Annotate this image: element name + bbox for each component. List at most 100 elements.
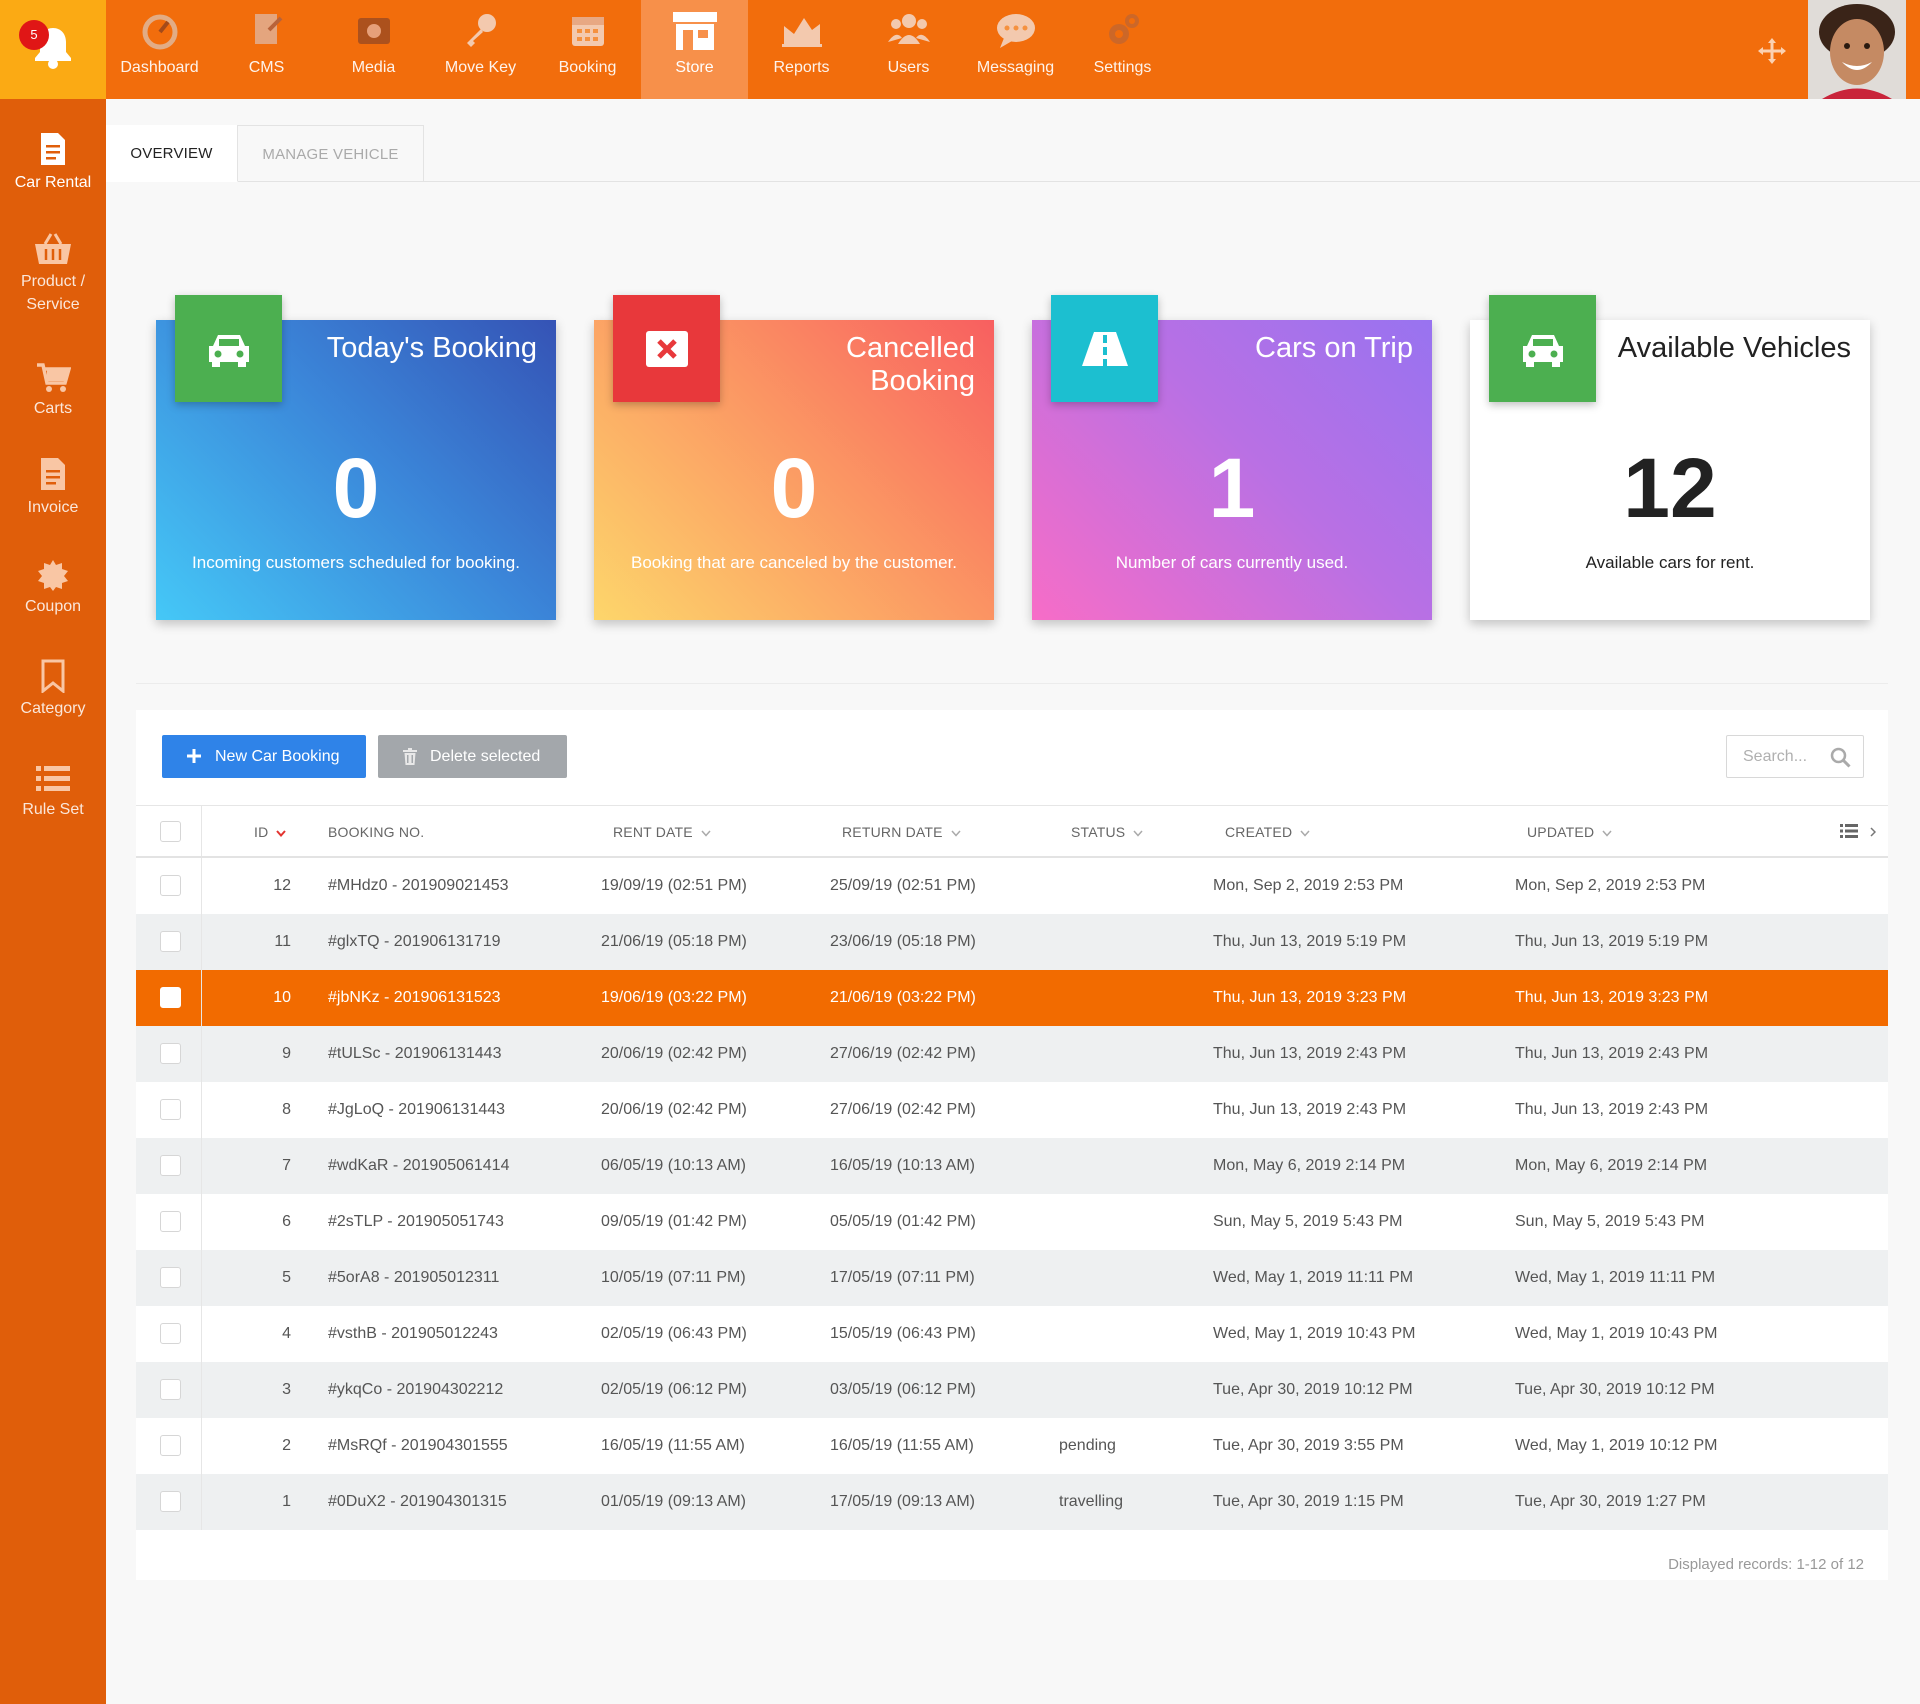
records-count: Displayed records: 1-12 of 12 — [1668, 1556, 1864, 1573]
cell-status: travelling — [1059, 1493, 1124, 1510]
sidebar-item-product-service[interactable]: Product / Service — [0, 232, 106, 316]
cell-created: Thu, Jun 13, 2019 3:23 PM — [1213, 989, 1407, 1006]
cell-booking-no: #tULSc - 201906131443 — [328, 1045, 502, 1062]
row-checkbox[interactable] — [160, 1267, 181, 1288]
sidebar-item-car-rental[interactable]: Car Rental — [0, 131, 106, 194]
cell-rent-date: 01/05/19 (09:13 AM) — [601, 1493, 746, 1510]
cell-booking-no: #MHdz0 - 201909021453 — [328, 877, 509, 894]
column-header-updated[interactable]: UPDATED — [1527, 824, 1612, 840]
table-row[interactable]: 4 #vsthB - 201905012243 02/05/19 (06:43 PM… — [136, 1306, 1888, 1362]
table-row[interactable]: 5 #5orA8 - 201905012311 10/05/19 (07:11 PM… — [136, 1250, 1888, 1306]
nav-reports[interactable]: Reports — [748, 0, 855, 99]
search-input[interactable]: Search... — [1726, 735, 1864, 778]
table-row[interactable]: 9 #tULSc - 201906131443 20/06/19 (02:42 PM… — [136, 1026, 1888, 1082]
cell-updated: Wed, May 1, 2019 11:11 PM — [1515, 1269, 1716, 1286]
select-all-checkbox[interactable] — [160, 821, 181, 842]
nav-booking[interactable]: Booking — [534, 0, 641, 99]
row-checkbox[interactable] — [160, 1155, 181, 1176]
column-header-status[interactable]: STATUS — [1071, 824, 1143, 840]
tab-manage-vehicle[interactable]: MANAGE VEHICLE — [238, 125, 424, 182]
cell-return-date: 03/05/19 (06:12 PM) — [830, 1381, 976, 1398]
cell-return-date: 25/09/19 (02:51 PM) — [830, 877, 976, 894]
document-icon — [41, 133, 65, 165]
table-row[interactable]: 2 #MsRQf - 201904301555 16/05/19 (11:55 AM… — [136, 1418, 1888, 1474]
column-menu-icon[interactable] — [1840, 824, 1858, 838]
move-icon[interactable] — [1756, 36, 1788, 66]
search-placeholder: Search... — [1743, 748, 1808, 765]
table-row[interactable]: 3 #ykqCo - 201904302212 02/05/19 (06:12 PM… — [136, 1362, 1888, 1418]
nav-move-key[interactable]: Move Key — [427, 0, 534, 99]
notifications-button[interactable]: 5 — [0, 0, 106, 99]
table-header: ID BOOKING NO. RENT DATE RETURN DATE STA… — [136, 805, 1888, 858]
bookmark-icon — [41, 659, 65, 693]
column-header-rent-date[interactable]: RENT DATE — [613, 824, 711, 840]
row-checkbox[interactable] — [160, 987, 181, 1008]
cell-return-date: 16/05/19 (11:55 AM) — [830, 1437, 974, 1454]
nav-settings[interactable]: Settings — [1069, 0, 1176, 99]
column-label: CREATED — [1225, 824, 1293, 840]
sidebar-item-label: Category — [20, 700, 86, 717]
cell-created: Thu, Jun 13, 2019 2:43 PM — [1213, 1101, 1407, 1118]
users-icon — [887, 14, 930, 44]
search-icon — [1830, 747, 1851, 768]
cell-return-date: 27/06/19 (02:42 PM) — [830, 1101, 976, 1118]
nav-messaging[interactable]: Messaging — [962, 0, 1069, 99]
cell-id: 2 — [282, 1437, 291, 1454]
user-avatar[interactable] — [1808, 0, 1906, 99]
column-header-return-date[interactable]: RETURN DATE — [842, 824, 961, 840]
sidebar: Car Rental Product / Service Carts Invoi… — [0, 99, 106, 1704]
cell-id: 9 — [282, 1045, 291, 1062]
tab-overview[interactable]: OVERVIEW — [106, 125, 238, 182]
table-row[interactable]: 11 #glxTQ - 201906131719 21/06/19 (05:18 P… — [136, 914, 1888, 970]
table-row[interactable]: 1 #0DuX2 - 201904301315 01/05/19 (09:13 AM… — [136, 1474, 1888, 1530]
sidebar-item-carts[interactable]: Carts — [0, 361, 106, 420]
nav-label: CMS — [248, 59, 285, 76]
stat-card-cancelled-booking: Cancelled Booking 0 Booking that are can… — [594, 295, 994, 620]
row-checkbox[interactable] — [160, 931, 181, 952]
row-checkbox[interactable] — [160, 1211, 181, 1232]
sidebar-item-invoice[interactable]: Invoice — [0, 456, 106, 519]
row-checkbox[interactable] — [160, 1379, 181, 1400]
chevron-right-icon[interactable] — [1870, 827, 1876, 837]
delete-selected-button[interactable]: Delete selected — [378, 735, 567, 778]
table-row[interactable]: 6 #2sTLP - 201905051743 09/05/19 (01:42 PM… — [136, 1194, 1888, 1250]
nav-store[interactable]: Store — [641, 0, 748, 99]
stat-title: Today's Booking — [326, 332, 537, 364]
cell-rent-date: 02/05/19 (06:12 PM) — [601, 1381, 747, 1398]
stat-description: Incoming customers scheduled for booking… — [192, 553, 520, 572]
column-header-id[interactable]: ID — [254, 824, 287, 840]
row-checkbox[interactable] — [160, 1491, 181, 1512]
cell-booking-no: #ykqCo - 201904302212 — [328, 1381, 504, 1398]
column-header-created[interactable]: CREATED — [1225, 824, 1310, 840]
row-checkbox[interactable] — [160, 875, 181, 896]
nav-label: Store — [675, 59, 714, 76]
nav-users[interactable]: Users — [855, 0, 962, 99]
new-car-booking-button[interactable]: New Car Booking — [162, 735, 366, 778]
row-checkbox[interactable] — [160, 1043, 181, 1064]
nav-dashboard[interactable]: Dashboard — [106, 0, 213, 99]
top-bar: 5 Dashboard CMS Media Move Key Booking S… — [0, 0, 1920, 99]
row-checkbox[interactable] — [160, 1099, 181, 1120]
chevron-down-icon — [951, 830, 961, 837]
column-label: ID — [254, 824, 269, 840]
sidebar-item-category[interactable]: Category — [0, 659, 106, 720]
nav-media[interactable]: Media — [320, 0, 427, 99]
stat-card-available-vehicles: Available Vehicles 12 Available cars for… — [1470, 295, 1870, 620]
stat-title: Available Vehicles — [1617, 332, 1851, 364]
row-checkbox[interactable] — [160, 1323, 181, 1344]
table-row[interactable]: 12 #MHdz0 - 201909021453 19/09/19 (02:51 P… — [136, 858, 1888, 914]
cell-return-date: 27/06/19 (02:42 PM) — [830, 1045, 976, 1062]
column-header-booking-no[interactable]: BOOKING NO. — [328, 824, 424, 840]
row-checkbox[interactable] — [160, 1435, 181, 1456]
table-row[interactable]: 10 #jbNKz - 201906131523 19/06/19 (03:22 P… — [136, 970, 1888, 1026]
column-divider — [201, 1138, 202, 1194]
cell-created: Wed, May 1, 2019 11:11 PM — [1213, 1269, 1414, 1286]
stat-value: 12 — [1623, 441, 1717, 535]
nav-cms[interactable]: CMS — [213, 0, 320, 99]
sidebar-item-coupon[interactable]: Coupon — [0, 559, 106, 618]
button-label: New Car Booking — [215, 748, 340, 765]
table-row[interactable]: 8 #JgLoQ - 201906131443 20/06/19 (02:42 PM… — [136, 1082, 1888, 1138]
car-icon — [208, 334, 249, 367]
table-row[interactable]: 7 #wdKaR - 201905061414 06/05/19 (10:13 AM… — [136, 1138, 1888, 1194]
sidebar-item-rule-set[interactable]: Rule Set — [0, 764, 106, 821]
